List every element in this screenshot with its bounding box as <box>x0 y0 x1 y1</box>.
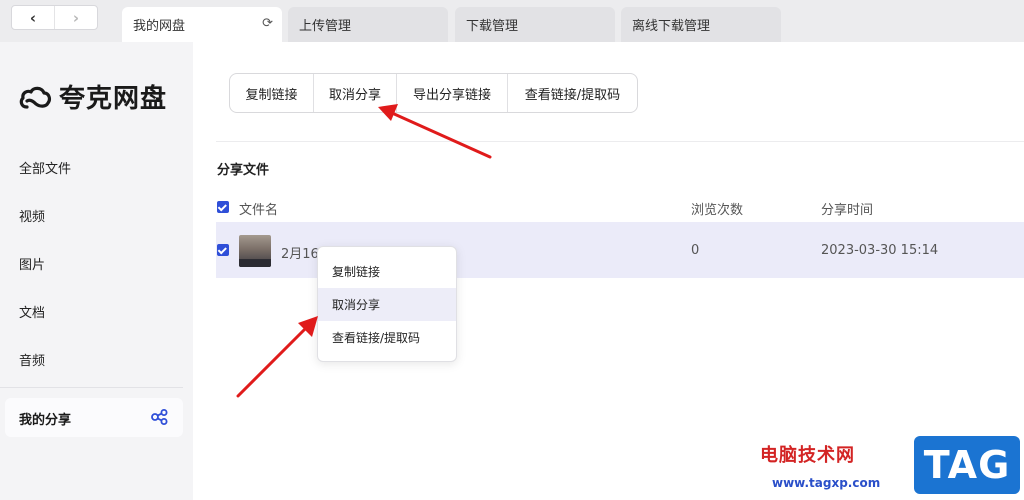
copy-link-button[interactable]: 复制链接 <box>230 74 313 112</box>
forward-button[interactable]: › <box>54 6 97 29</box>
sidebar-divider <box>0 387 183 388</box>
sidebar-item-audio[interactable]: 音频 <box>19 350 45 369</box>
share-icon <box>151 409 168 425</box>
cancel-share-button[interactable]: 取消分享 <box>313 74 396 112</box>
tab-label: 我的网盘 <box>133 19 186 34</box>
watermark-text: 电脑技术网 <box>760 445 855 466</box>
tab-label: 下载管理 <box>466 19 519 34</box>
sidebar-item-label: 我的分享 <box>19 413 72 428</box>
action-toolbar: 复制链接 取消分享 导出分享链接 查看链接/提取码 <box>229 73 638 113</box>
context-menu-copy-link[interactable]: 复制链接 <box>318 255 456 288</box>
divider <box>216 141 1024 142</box>
context-menu-view-link-code[interactable]: 查看链接/提取码 <box>318 321 456 354</box>
sidebar-item-documents[interactable]: 文档 <box>19 302 45 321</box>
cloud-logo-icon <box>19 86 51 109</box>
app-logo: 夸克网盘 <box>18 78 167 115</box>
tab-my-drive[interactable]: 我的网盘 ⟳ <box>122 7 282 42</box>
history-nav: ‹ › <box>11 5 98 30</box>
tab-offline-download[interactable]: 离线下载管理 <box>621 7 781 42</box>
chevron-right-icon: › <box>72 8 80 27</box>
sidebar-item-all-files[interactable]: 全部文件 <box>19 158 71 177</box>
column-header-views[interactable]: 浏览次数 <box>691 199 743 218</box>
sidebar: 夸克网盘 全部文件 视频 图片 文档 音频 我的分享 <box>0 42 193 500</box>
file-thumbnail <box>239 235 271 267</box>
back-button[interactable]: ‹ <box>12 6 54 29</box>
tab-label: 上传管理 <box>299 19 352 34</box>
column-header-filename[interactable]: 文件名 <box>239 199 278 218</box>
share-time: 2023-03-30 15:14 <box>821 243 939 258</box>
sidebar-item-images[interactable]: 图片 <box>19 254 45 273</box>
sidebar-item-my-shares[interactable]: 我的分享 <box>5 398 183 437</box>
view-count: 0 <box>691 243 700 258</box>
refresh-icon[interactable]: ⟳ <box>262 16 273 31</box>
logo-text: 夸克网盘 <box>59 84 168 114</box>
column-header-share-time[interactable]: 分享时间 <box>821 199 873 218</box>
watermark-logo: TAG <box>914 436 1020 494</box>
sidebar-item-video[interactable]: 视频 <box>19 206 45 225</box>
watermark-url: www.tagxp.com <box>772 476 881 490</box>
context-menu-cancel-share[interactable]: 取消分享 <box>318 288 456 321</box>
tab-bar: ‹ › 我的网盘 ⟳ 上传管理 下载管理 离线下载管理 <box>0 0 1024 42</box>
row-checkbox[interactable] <box>217 244 229 256</box>
export-share-links-button[interactable]: 导出分享链接 <box>396 74 507 112</box>
view-link-code-button[interactable]: 查看链接/提取码 <box>507 74 637 112</box>
arrow-to-menu-icon <box>236 316 318 398</box>
context-menu: 复制链接 取消分享 查看链接/提取码 <box>317 246 457 362</box>
tab-upload[interactable]: 上传管理 <box>288 7 448 42</box>
chevron-left-icon: ‹ <box>29 8 37 27</box>
tab-label: 离线下载管理 <box>632 19 711 34</box>
tab-download[interactable]: 下载管理 <box>455 7 615 42</box>
section-title: 分享文件 <box>217 163 270 178</box>
select-all-checkbox[interactable] <box>217 201 229 213</box>
